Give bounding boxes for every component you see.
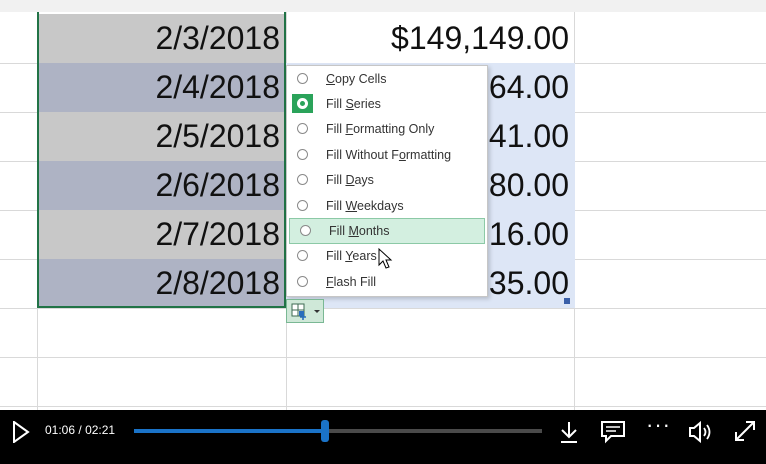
fill-handle[interactable]: [564, 298, 570, 304]
label-part-before: Fill: [326, 249, 346, 264]
label-part-key: F: [345, 122, 354, 137]
menu-item-label: Fill Without Formatting: [326, 148, 451, 162]
more-options-icon[interactable]: ···: [646, 412, 671, 438]
date-cell[interactable]: 2/5/2018: [38, 112, 286, 161]
menu-item-option[interactable]: Fill Days: [287, 168, 487, 193]
top-bar: [0, 0, 766, 12]
label-part-after: eries: [353, 97, 381, 112]
radio-icon: [297, 148, 308, 160]
time-separator: /: [78, 423, 82, 437]
radio-icon: [300, 225, 311, 237]
time-display: 01:06 / 02:21: [45, 423, 115, 437]
radio-icon: [297, 123, 308, 135]
radio-highlight: [292, 94, 313, 114]
menu-item-label: Fill Years: [326, 249, 377, 263]
menu-item-label: Fill Days: [326, 173, 374, 187]
date-cell[interactable]: 2/7/2018: [38, 210, 286, 259]
chevron-down-icon: [314, 310, 320, 313]
amount-cell[interactable]: $149,149.00: [286, 14, 575, 63]
grid-line: [0, 308, 766, 309]
label-part-before: Fill: [326, 198, 346, 213]
radio-icon: [297, 250, 308, 262]
menu-item-option[interactable]: Fill Formatting Only: [287, 117, 487, 142]
video-player-controls: 01:06 / 02:21 ···: [0, 410, 766, 464]
label-part-before: Fill: [326, 122, 346, 137]
play-icon[interactable]: [12, 421, 30, 443]
label-part-after: ormatting Only: [353, 122, 435, 137]
volume-icon[interactable]: [688, 420, 714, 444]
menu-item-label: Fill Formatting Only: [326, 122, 434, 136]
label-part-key: M: [348, 224, 359, 239]
menu-item-label: Flash Fill: [326, 275, 376, 289]
menu-item-label: Fill Weekdays: [326, 199, 404, 213]
menu-item-option[interactable]: Fill Months: [289, 218, 485, 244]
progress-knob[interactable]: [321, 420, 329, 442]
menu-item-label: Fill Months: [329, 224, 389, 238]
current-time: 01:06: [45, 423, 76, 437]
label-part-before: Fill Without F: [326, 147, 399, 162]
menu-item-option[interactable]: Copy Cells: [287, 66, 487, 91]
progress-played: [134, 429, 325, 433]
label-part-key: F: [326, 274, 334, 289]
download-icon[interactable]: [558, 420, 580, 444]
label-part-key: W: [345, 198, 358, 213]
radio-selected-icon: [297, 97, 308, 109]
menu-item-option[interactable]: Fill Series: [287, 91, 487, 116]
fullscreen-icon[interactable]: [733, 419, 757, 443]
radio-icon: [297, 275, 308, 287]
grid-line: [0, 406, 766, 407]
label-part-before: Fill: [329, 224, 349, 239]
menu-item-option[interactable]: Flash Fill: [287, 269, 487, 294]
captions-icon[interactable]: [600, 420, 626, 444]
mouse-cursor-icon: [378, 248, 393, 269]
radio-icon: [297, 174, 308, 186]
date-cell[interactable]: 2/3/2018: [38, 14, 286, 63]
menu-item-label: Fill Series: [326, 97, 381, 111]
label-part-after: rmatting: [405, 147, 452, 162]
label-part-after: ears: [352, 249, 377, 264]
radio-icon: [297, 199, 308, 211]
label-part-after: ays: [354, 173, 374, 188]
label-part-key: o: [398, 147, 406, 162]
label-part-after: lash Fill: [333, 274, 377, 289]
date-cell[interactable]: 2/4/2018: [38, 63, 286, 112]
radio-icon: [297, 72, 308, 84]
label-part-before: Fill: [326, 173, 346, 188]
menu-item-option[interactable]: Fill Without Formatting: [287, 142, 487, 167]
label-part-after: opy Cells: [335, 71, 387, 86]
date-cell[interactable]: 2/8/2018: [38, 259, 286, 308]
label-part-key: S: [345, 97, 354, 112]
auto-fill-icon: [291, 303, 320, 320]
progress-bar[interactable]: [134, 420, 542, 442]
radio-dot: [300, 100, 305, 106]
label-part-after: onths: [358, 224, 390, 239]
grid-line: [0, 357, 766, 358]
auto-fill-options-button[interactable]: [286, 299, 324, 323]
duration: 02:21: [85, 423, 116, 437]
menu-item-label: Copy Cells: [326, 72, 386, 86]
label-part-before: Fill: [326, 97, 346, 112]
menu-item-option[interactable]: Fill Weekdays: [287, 193, 487, 218]
date-cell[interactable]: 2/6/2018: [38, 161, 286, 210]
label-part-after: eekdays: [357, 198, 404, 213]
label-part-key: C: [326, 71, 336, 86]
